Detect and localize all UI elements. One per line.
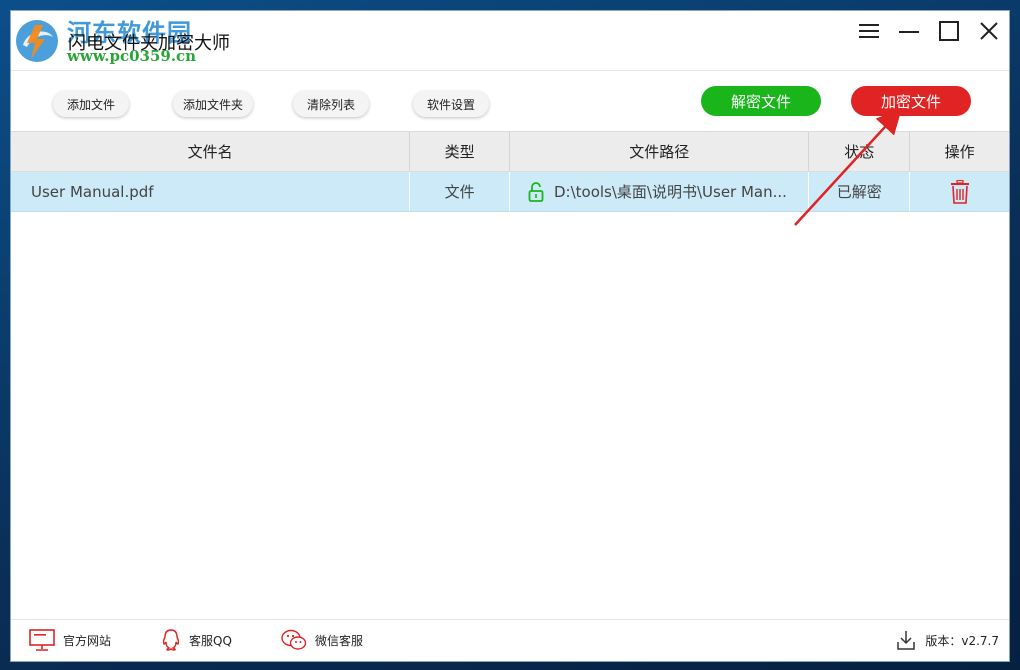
settings-button[interactable]: 软件设置 [413,91,489,117]
cell-action [910,172,1009,211]
lock-open-icon [528,181,544,202]
table-header: 文件名 类型 文件路径 状态 操作 [11,131,1009,172]
window-controls [849,11,1009,51]
qq-penguin-icon [162,629,180,651]
watermark-site-url: www.pc0359.cn [67,47,197,65]
close-button[interactable] [969,11,1009,51]
minimize-icon [899,31,919,33]
maximize-icon [939,21,959,41]
app-logo-icon [16,20,58,62]
add-file-button[interactable]: 添加文件 [53,91,129,117]
download-icon [897,631,916,650]
wechat-service-link[interactable]: 微信客服 [281,628,363,652]
cell-path: D:\tools\桌面\说明书\User Man... [510,172,810,211]
header-filename[interactable]: 文件名 [11,132,411,171]
official-website-label: 官方网站 [63,633,112,648]
file-table: 文件名 类型 文件路径 状态 操作 User Manual.pdf 文件 D:\… [11,131,1009,212]
official-website-link[interactable]: 官方网站 [29,628,111,652]
version-label: 版本：v2.7.7 [925,633,999,648]
clear-list-button[interactable]: 清除列表 [293,91,369,117]
header-path[interactable]: 文件路径 [510,132,810,171]
customer-service-qq-link[interactable]: 客服QQ [161,628,232,652]
version-info[interactable]: 版本：v2.7.7 [897,628,999,652]
header-type[interactable]: 类型 [410,132,510,171]
header-status[interactable]: 状态 [809,132,911,171]
cell-path-text: D:\tools\桌面\说明书\User Man... [554,183,787,201]
title-bar: 河东软件园 闪电文件夹加密大师 www.pc0359.cn [11,11,1009,71]
cell-type: 文件 [410,172,510,211]
toolbar: 添加文件 添加文件夹 清除列表 软件设置 解密文件 加密文件 [11,71,1009,131]
hamburger-menu-icon [859,24,879,38]
customer-service-qq-label: 客服QQ [189,633,232,648]
menu-button[interactable] [849,11,889,51]
monitor-icon [29,629,55,651]
minimize-button[interactable] [889,11,929,51]
cell-filename: User Manual.pdf [11,172,411,211]
table-row[interactable]: User Manual.pdf 文件 D:\tools\桌面\说明书\User … [11,172,1009,212]
add-folder-button[interactable]: 添加文件夹 [173,91,253,117]
header-action: 操作 [944,143,975,161]
decrypt-file-button[interactable]: 解密文件 [701,86,821,116]
cell-status: 已解密 [809,172,911,211]
wechat-icon [281,629,307,650]
close-icon [980,22,998,40]
app-window: 河东软件园 闪电文件夹加密大师 www.pc0359.cn 添加文件 添加文件夹… [10,10,1010,662]
wechat-service-label: 微信客服 [315,633,364,648]
footer: 官方网站 客服QQ 微信客服 版本：v2.7.7 [11,619,1009,661]
encrypt-file-button[interactable]: 加密文件 [851,86,971,116]
maximize-button[interactable] [929,11,969,51]
trash-icon[interactable] [950,179,970,204]
